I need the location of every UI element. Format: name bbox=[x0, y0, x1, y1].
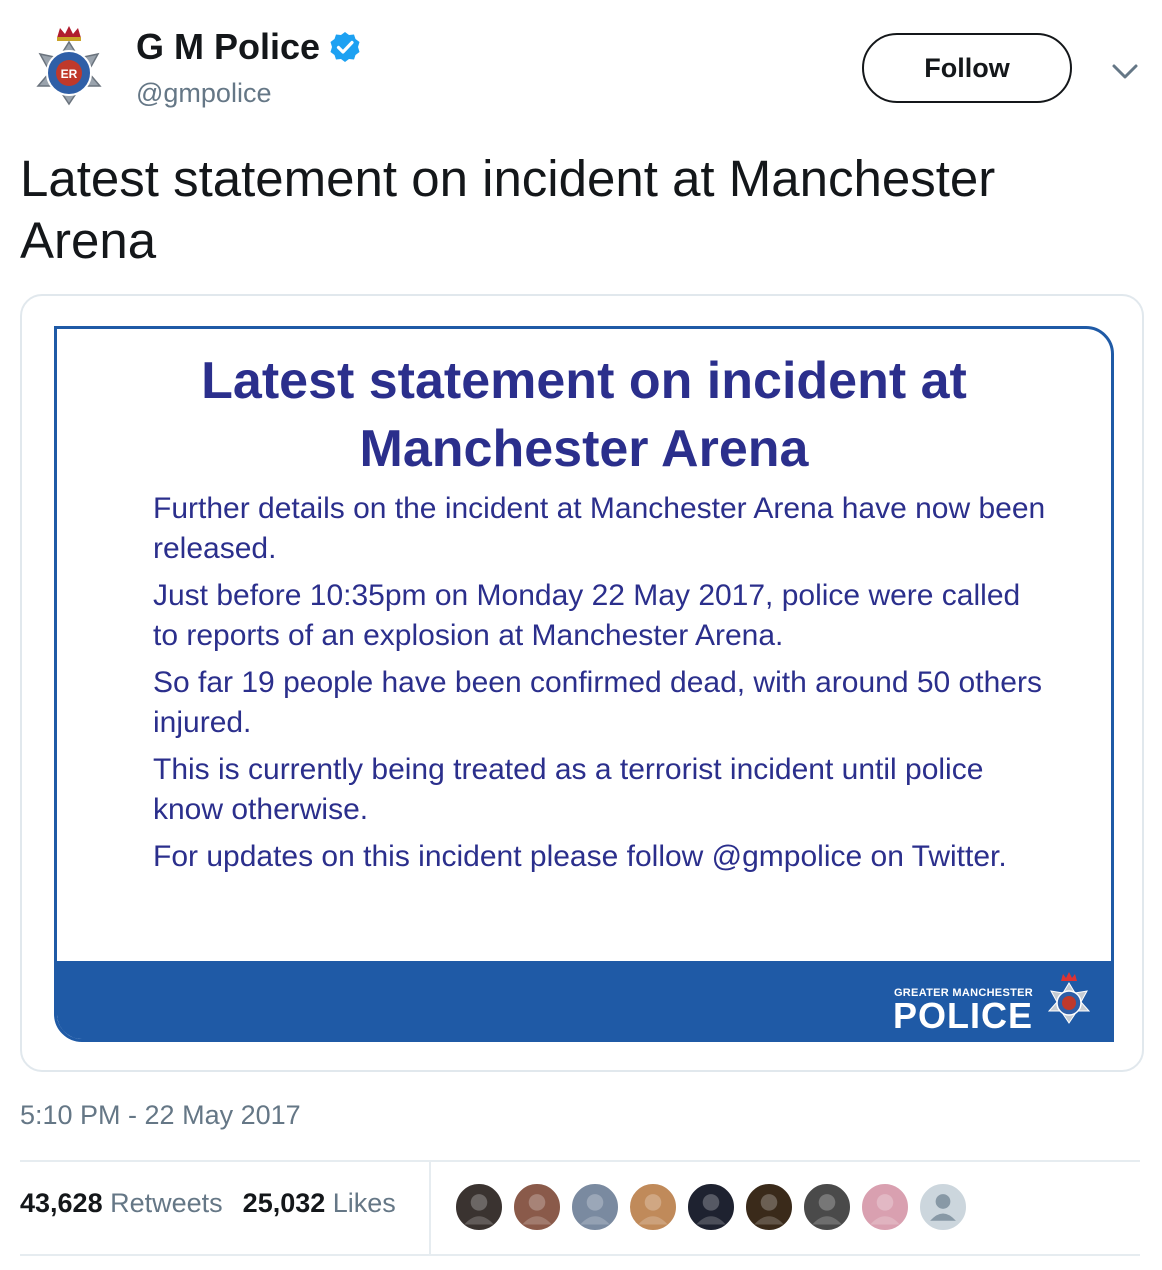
stats-separator bbox=[429, 1162, 431, 1256]
statement-paragraph: So far 19 people have been confirmed dea… bbox=[153, 666, 1042, 739]
retweets-count: 43,628 bbox=[20, 1188, 103, 1218]
tweet-stats: 43,628 Retweets 25,032 Likes bbox=[20, 1188, 396, 1219]
likes-stat[interactable]: 25,032 Likes bbox=[243, 1188, 396, 1219]
statement-title: Latest statement on incident at Manchest… bbox=[201, 352, 967, 478]
display-name[interactable]: G M Police bbox=[136, 26, 362, 68]
user-avatar-icon bbox=[696, 1194, 726, 1225]
gmp-logo: GREATER MANCHESTER POLICE bbox=[892, 969, 1097, 1036]
tweet-media[interactable]: Latest statement on incident at Manchest… bbox=[20, 294, 1144, 1072]
chevron-down-icon[interactable] bbox=[1108, 56, 1142, 86]
liker-avatar[interactable] bbox=[512, 1182, 562, 1232]
user-avatar-icon bbox=[870, 1194, 900, 1225]
likes-count: 25,032 bbox=[242, 1188, 326, 1218]
police-badge-icon bbox=[1047, 972, 1091, 1024]
gmp-logo-big-text: POLICE bbox=[892, 995, 1033, 1036]
user-avatar-icon bbox=[464, 1194, 494, 1225]
avatar[interactable]: ER bbox=[24, 20, 114, 120]
statement-paragraph: Further details on the incident at Manch… bbox=[153, 492, 1046, 565]
tweet: ER G M Police @gmpolice Follow Latest st… bbox=[0, 0, 1162, 1270]
retweets-stat[interactable]: 43,628 Retweets bbox=[20, 1188, 223, 1219]
liker-avatar[interactable] bbox=[802, 1182, 852, 1232]
statement-footer-band: GREATER MANCHESTER POLICE bbox=[57, 961, 1111, 1039]
divider bbox=[20, 1254, 1140, 1256]
liker-avatar[interactable] bbox=[918, 1182, 968, 1232]
liker-avatar[interactable] bbox=[744, 1182, 794, 1232]
liker-avatar[interactable] bbox=[860, 1182, 910, 1232]
svg-text:ER: ER bbox=[61, 67, 78, 81]
likes-label: Likes bbox=[332, 1188, 396, 1218]
user-avatar-icon bbox=[522, 1194, 552, 1225]
handle[interactable]: @gmpolice bbox=[136, 78, 271, 109]
divider bbox=[20, 1160, 1140, 1162]
default-avatar-icon bbox=[930, 1194, 956, 1221]
user-avatar-icon bbox=[754, 1194, 784, 1225]
retweets-label: Retweets bbox=[110, 1188, 223, 1218]
liker-avatars bbox=[454, 1182, 968, 1232]
statement-paragraph: This is currently being treated as a ter… bbox=[153, 753, 984, 826]
liker-avatar[interactable] bbox=[454, 1182, 504, 1232]
statement-paragraph: For updates on this incident please foll… bbox=[153, 840, 1007, 873]
tweet-timestamp[interactable]: 5:10 PM - 22 May 2017 bbox=[20, 1100, 301, 1131]
verified-badge-icon bbox=[330, 32, 360, 62]
liker-avatar[interactable] bbox=[628, 1182, 678, 1232]
user-avatar-icon bbox=[638, 1194, 668, 1225]
liker-avatar[interactable] bbox=[570, 1182, 620, 1232]
user-avatar-icon bbox=[580, 1194, 610, 1225]
statement-image: Latest statement on incident at Manchest… bbox=[54, 326, 1114, 1042]
follow-button[interactable]: Follow bbox=[862, 33, 1072, 103]
display-name-text[interactable]: G M Police bbox=[136, 26, 320, 68]
statement-body: Further details on the incident at Manch… bbox=[153, 489, 1053, 884]
statement-paragraph: Just before 10:35pm on Monday 22 May 201… bbox=[153, 579, 1021, 652]
police-badge-icon: ER bbox=[36, 26, 102, 106]
tweet-text: Latest statement on incident at Manchest… bbox=[20, 150, 996, 269]
liker-avatar[interactable] bbox=[686, 1182, 736, 1232]
user-avatar-icon bbox=[812, 1194, 842, 1225]
